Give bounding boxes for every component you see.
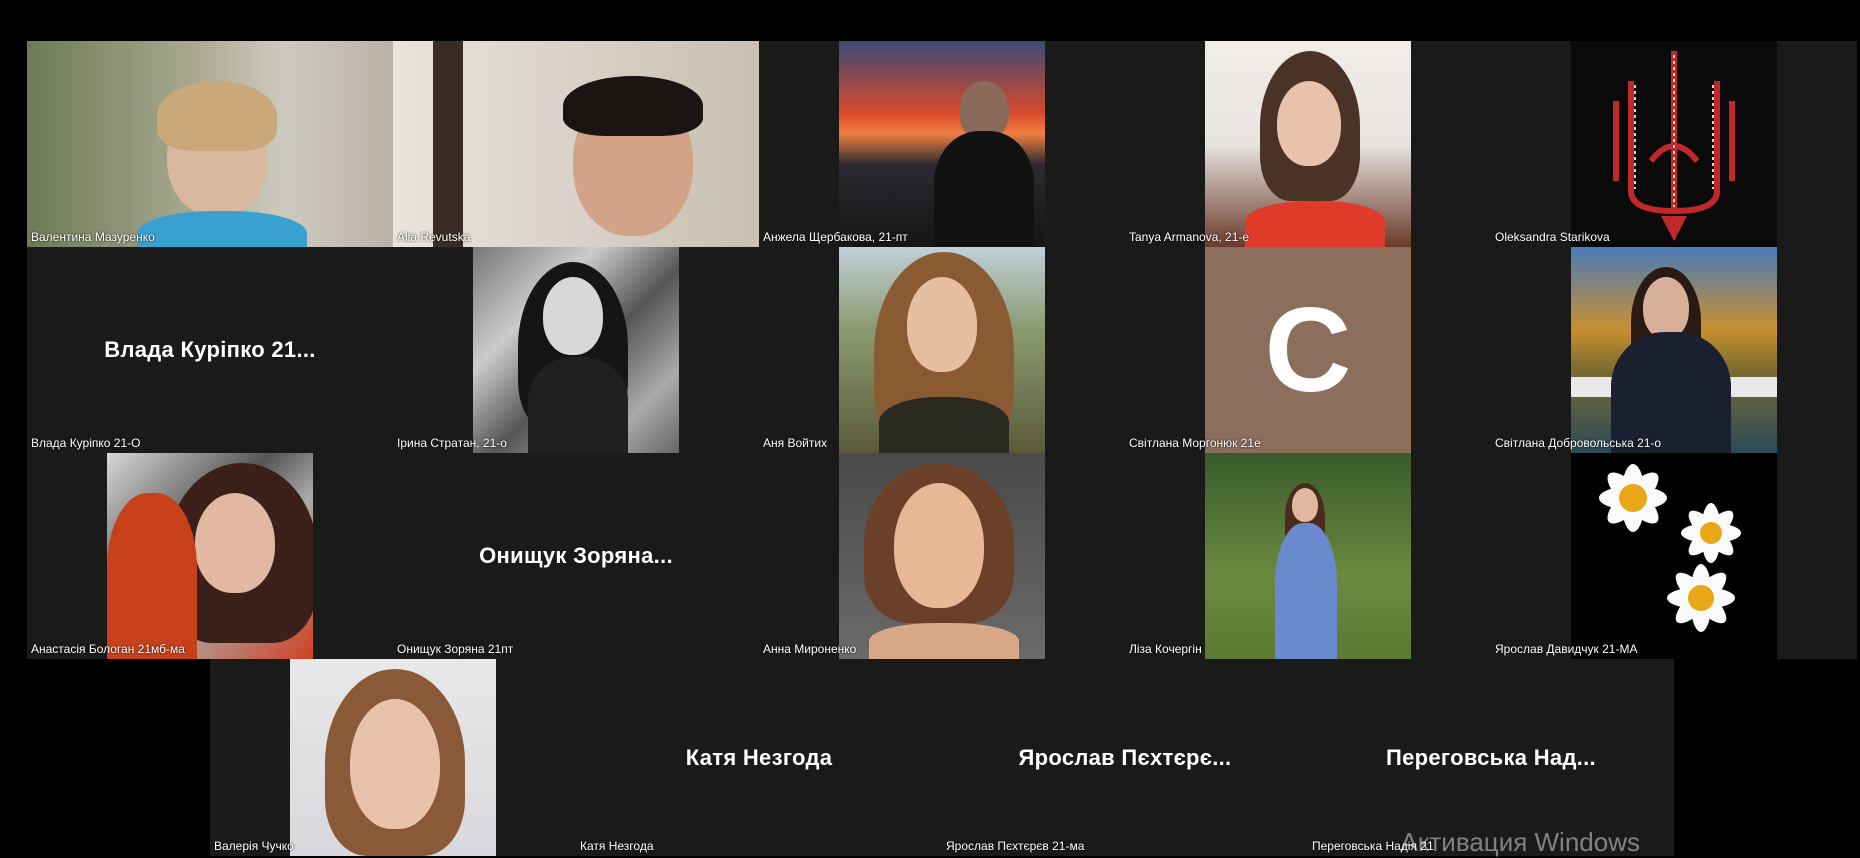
participant-name: Світлана Моргонюк 21е bbox=[1129, 436, 1261, 450]
video-tile-anna[interactable]: Анна Мироненко bbox=[759, 453, 1125, 659]
windows-activation-watermark: Активация Windows bbox=[1400, 827, 1640, 857]
video-tile-katya[interactable]: Катя Незгода Катя Незгода bbox=[576, 659, 942, 856]
avatar: C bbox=[1205, 247, 1411, 453]
video-tile-iryna[interactable]: Ірина Стратан, 21-о bbox=[393, 247, 759, 453]
participant-photo bbox=[290, 659, 496, 856]
participant-name: Ліза Кочергін bbox=[1129, 642, 1202, 656]
video-tile-svitlana-d[interactable]: Світлана Добровольська 21-о bbox=[1491, 247, 1857, 453]
participant-photo bbox=[1571, 247, 1777, 453]
participant-photo bbox=[107, 453, 313, 659]
participant-name: Влада Куріпко 21-О bbox=[31, 436, 141, 450]
participant-photo bbox=[1205, 453, 1411, 659]
video-tile-oleksandra[interactable]: Oleksandra Starikova bbox=[1491, 41, 1857, 247]
participant-display-name: Переговська Над... bbox=[1386, 744, 1596, 770]
participant-name: Tanya Armanova, 21-е bbox=[1129, 230, 1250, 244]
participant-name: Анжела Щербакова, 21-пт bbox=[763, 230, 908, 244]
participant-name: Світлана Добровольська 21-о bbox=[1495, 436, 1662, 450]
video-tile-anastasiia[interactable]: Анастасія Бологан 21мб-ма bbox=[27, 453, 393, 659]
participant-name: Alla Revutska bbox=[397, 230, 471, 244]
video-tile-anzhela[interactable]: Анжела Щербакова, 21-пт bbox=[759, 41, 1125, 247]
participant-photo bbox=[1571, 453, 1777, 659]
participant-name: Ірина Стратан, 21-о bbox=[397, 436, 507, 450]
trident-emblem-icon bbox=[1613, 51, 1735, 241]
participant-display-name: Катя Незгода bbox=[685, 744, 833, 770]
participant-display-name: Влада Куріпко 21... bbox=[104, 337, 316, 362]
participant-photo bbox=[839, 41, 1045, 247]
participant-photo bbox=[473, 247, 679, 453]
video-tile-valentyna[interactable]: Валентина Мазуренко bbox=[27, 41, 393, 247]
video-tile-onyshchuk[interactable]: Онищук Зоряна... Онищук Зоряна 21пт bbox=[393, 453, 759, 659]
participant-name: Анна Мироненко bbox=[763, 642, 857, 656]
video-tile-alla[interactable]: Alla Revutska bbox=[393, 41, 759, 247]
person-hair bbox=[563, 76, 703, 136]
participant-name: Валентина Мазуренко bbox=[31, 230, 155, 244]
video-tile-valeriia[interactable]: Валерія Чучко bbox=[210, 659, 576, 856]
person-hair bbox=[157, 81, 277, 151]
participant-photo bbox=[1571, 41, 1777, 247]
video-tile-yaroslav-d[interactable]: Ярослав Давидчук 21-МА bbox=[1491, 453, 1857, 659]
participant-photo bbox=[839, 453, 1045, 659]
participant-display-name: Ярослав Пєхтєрє... bbox=[1018, 744, 1232, 770]
participant-photo bbox=[839, 247, 1045, 453]
participant-name: Валерія Чучко bbox=[214, 839, 294, 853]
video-tile-yaroslav-p[interactable]: Ярослав Пєхтєрє... Ярослав Пєхтєрєв 21-м… bbox=[942, 659, 1308, 856]
video-tile-svitlana-m[interactable]: C Світлана Моргонюк 21е bbox=[1125, 247, 1491, 453]
participant-name: Онищук Зоряна 21пт bbox=[397, 642, 514, 656]
video-tile-anya[interactable]: Аня Войтих bbox=[759, 247, 1125, 453]
daisy-flowers-icon bbox=[1599, 464, 1741, 632]
participant-name: Аня Войтих bbox=[763, 436, 828, 450]
participant-name: Ярослав Пєхтєрєв 21-ма bbox=[946, 839, 1085, 853]
participant-display-name: Онищук Зоряна... bbox=[479, 543, 673, 568]
video-tile-vlada[interactable]: Влада Куріпко 21... Влада Куріпко 21-О bbox=[27, 247, 393, 453]
participant-name: Катя Незгода bbox=[580, 839, 654, 853]
video-tile-liza[interactable]: Ліза Кочергін bbox=[1125, 453, 1491, 659]
participant-photo bbox=[1205, 41, 1411, 247]
participant-name: Oleksandra Starikova bbox=[1495, 230, 1610, 244]
video-tile-tanya[interactable]: Tanya Armanova, 21-е bbox=[1125, 41, 1491, 247]
participant-name: Анастасія Бологан 21мб-ма bbox=[31, 642, 185, 656]
participant-name: Ярослав Давидчук 21-МА bbox=[1495, 642, 1638, 656]
person-body bbox=[137, 211, 307, 247]
